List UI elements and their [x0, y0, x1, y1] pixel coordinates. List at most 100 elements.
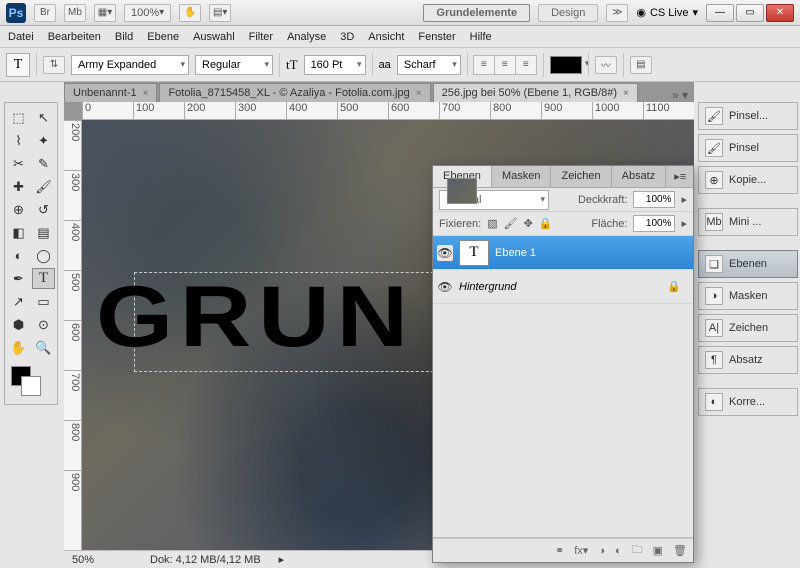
layer-thumbnail[interactable]: T	[459, 240, 489, 266]
eyedropper-tool[interactable]: ✎	[32, 153, 55, 174]
menu-ansicht[interactable]: Ansicht	[368, 31, 404, 43]
heal-tool[interactable]: ✚	[7, 176, 30, 197]
zoom-level[interactable]: 100% ▾	[124, 4, 171, 22]
antialias-dropdown[interactable]: Scharf	[397, 55, 461, 75]
menu-filter[interactable]: Filter	[249, 31, 273, 43]
workspace-grundelemente[interactable]: Grundelemente	[423, 4, 530, 22]
character-panel-button[interactable]: ▤	[630, 56, 652, 74]
marquee-tool[interactable]: ⬚	[7, 107, 30, 128]
menu-ebene[interactable]: Ebene	[147, 31, 179, 43]
status-doc-size[interactable]: Dok: 4,12 MB/4,12 MB	[150, 554, 261, 566]
layer-name[interactable]: Hintergrund	[459, 281, 516, 293]
menu-bearbeiten[interactable]: Bearbeiten	[48, 31, 101, 43]
lasso-tool[interactable]: ⌇	[7, 130, 30, 151]
visibility-toggle[interactable]: 👁	[437, 245, 453, 261]
wand-tool[interactable]: ✦	[32, 130, 55, 151]
font-weight-dropdown[interactable]: Regular	[195, 55, 273, 75]
delete-layer-icon[interactable]: 🗑	[673, 544, 687, 557]
layer-mask-icon[interactable]: ◑	[598, 545, 605, 557]
align-center-button[interactable]: ≡	[494, 55, 516, 75]
pen-tool[interactable]: ✒	[7, 268, 30, 289]
hand-tool[interactable]: ✋	[7, 337, 30, 358]
tab-masken[interactable]: Masken	[492, 166, 552, 187]
history-brush-tool[interactable]: ↺	[32, 199, 55, 220]
opacity-slider-icon[interactable]: ▸	[681, 193, 687, 206]
close-icon[interactable]: ×	[416, 88, 422, 99]
menu-hilfe[interactable]: Hilfe	[470, 31, 492, 43]
panel-pinselvorgaben[interactable]: 🖌Pinsel...	[698, 102, 798, 130]
text-orientation-button[interactable]: ⇅	[43, 56, 65, 74]
window-minimize[interactable]: —	[706, 4, 734, 22]
screen-mode-button[interactable]: ▦▾	[94, 4, 116, 22]
layer-style-icon[interactable]: fx▾	[574, 544, 588, 557]
workspace-design[interactable]: Design	[538, 4, 598, 22]
hand-button[interactable]: ✋	[179, 4, 201, 22]
bridge-button[interactable]: Br	[34, 4, 56, 22]
lock-pixels-icon[interactable]: ▧	[487, 217, 497, 230]
eraser-tool[interactable]: ◧	[7, 222, 30, 243]
panel-minibridge[interactable]: MbMini ...	[698, 208, 798, 236]
minibridge-button[interactable]: Mb	[64, 4, 86, 22]
panel-ebenen[interactable]: ❏Ebenen	[698, 250, 798, 278]
background-swatch[interactable]	[21, 376, 41, 396]
opacity-input[interactable]	[633, 191, 675, 208]
active-tool-indicator[interactable]: T	[6, 53, 30, 77]
panel-absatz[interactable]: ¶Absatz	[698, 346, 798, 374]
menu-bild[interactable]: Bild	[115, 31, 133, 43]
group-icon[interactable]: 🗀	[632, 541, 643, 560]
menu-analyse[interactable]: Analyse	[287, 31, 326, 43]
fill-slider-icon[interactable]: ▸	[681, 217, 687, 230]
adjustment-layer-icon[interactable]: ◐	[615, 545, 622, 557]
arrange-button[interactable]: ▤▾	[209, 4, 231, 22]
path-tool[interactable]: ↗	[7, 291, 30, 312]
panel-korrekturen[interactable]: ◐Korre...	[698, 388, 798, 416]
link-layers-icon[interactable]: ⚭	[555, 544, 564, 557]
window-maximize[interactable]: ▭	[736, 4, 764, 22]
fill-input[interactable]	[633, 215, 675, 232]
window-close[interactable]: ✕	[766, 4, 794, 22]
doc-tab-3[interactable]: 256.jpg bei 50% (Ebene 1, RGB/8#)×	[433, 83, 638, 102]
dodge-tool[interactable]: ◯	[32, 245, 55, 266]
close-icon[interactable]: ×	[143, 88, 149, 99]
camera-tool[interactable]: ⊙	[32, 314, 55, 335]
type-tool[interactable]: T	[32, 268, 55, 289]
layer-row[interactable]: 👁 Hintergrund 🔒	[433, 270, 693, 304]
blur-tool[interactable]: ◐	[7, 245, 30, 266]
more-workspaces[interactable]: ≫	[606, 4, 628, 22]
crop-tool[interactable]: ✂	[7, 153, 30, 174]
layers-panel[interactable]: Ebenen Masken Zeichen Absatz ▸≡ Normal D…	[432, 165, 694, 563]
doc-tab-1[interactable]: Unbenannt-1×	[64, 83, 157, 102]
lock-brush-icon[interactable]: 🖌	[504, 217, 518, 230]
align-right-button[interactable]: ≡	[515, 55, 537, 75]
menu-3d[interactable]: 3D	[340, 31, 354, 43]
font-size-dropdown[interactable]: 160 Pt	[304, 55, 366, 75]
menu-fenster[interactable]: Fenster	[418, 31, 455, 43]
font-family-dropdown[interactable]: Army Expanded	[71, 55, 189, 75]
brush-tool[interactable]: 🖌	[32, 176, 55, 197]
panel-kopierquelle[interactable]: ⊕Kopie...	[698, 166, 798, 194]
tab-overflow[interactable]: » ▾	[666, 88, 694, 102]
doc-tab-2[interactable]: Fotolia_8715458_XL - © Azaliya - Fotolia…	[159, 83, 430, 102]
cslive-button[interactable]: ◉CS Live▾	[636, 6, 698, 19]
tab-zeichen[interactable]: Zeichen	[551, 166, 611, 187]
panel-menu-button[interactable]: ▸≡	[666, 166, 694, 187]
stamp-tool[interactable]: ⊕	[7, 199, 30, 220]
lock-all-icon[interactable]: 🔒	[539, 217, 553, 230]
3d-tool[interactable]: ⬢	[7, 314, 30, 335]
gradient-tool[interactable]: ▤	[32, 222, 55, 243]
align-left-button[interactable]: ≡	[473, 55, 495, 75]
menu-datei[interactable]: Datei	[8, 31, 34, 43]
color-picker[interactable]	[7, 364, 55, 400]
panel-zeichen[interactable]: A|Zeichen	[698, 314, 798, 342]
tab-absatz[interactable]: Absatz	[612, 166, 667, 187]
status-zoom[interactable]: 50%	[72, 554, 132, 566]
shape-tool[interactable]: ▭	[32, 291, 55, 312]
visibility-toggle[interactable]: 👁	[437, 279, 453, 295]
panel-masken[interactable]: ◑Masken	[698, 282, 798, 310]
move-tool[interactable]: ↖	[32, 107, 55, 128]
new-layer-icon[interactable]: ▣	[653, 544, 663, 557]
panel-pinsel[interactable]: 🖌Pinsel	[698, 134, 798, 162]
zoom-tool[interactable]: 🔍	[32, 337, 55, 358]
close-icon[interactable]: ×	[623, 88, 629, 99]
layer-name[interactable]: Ebene 1	[495, 247, 536, 259]
